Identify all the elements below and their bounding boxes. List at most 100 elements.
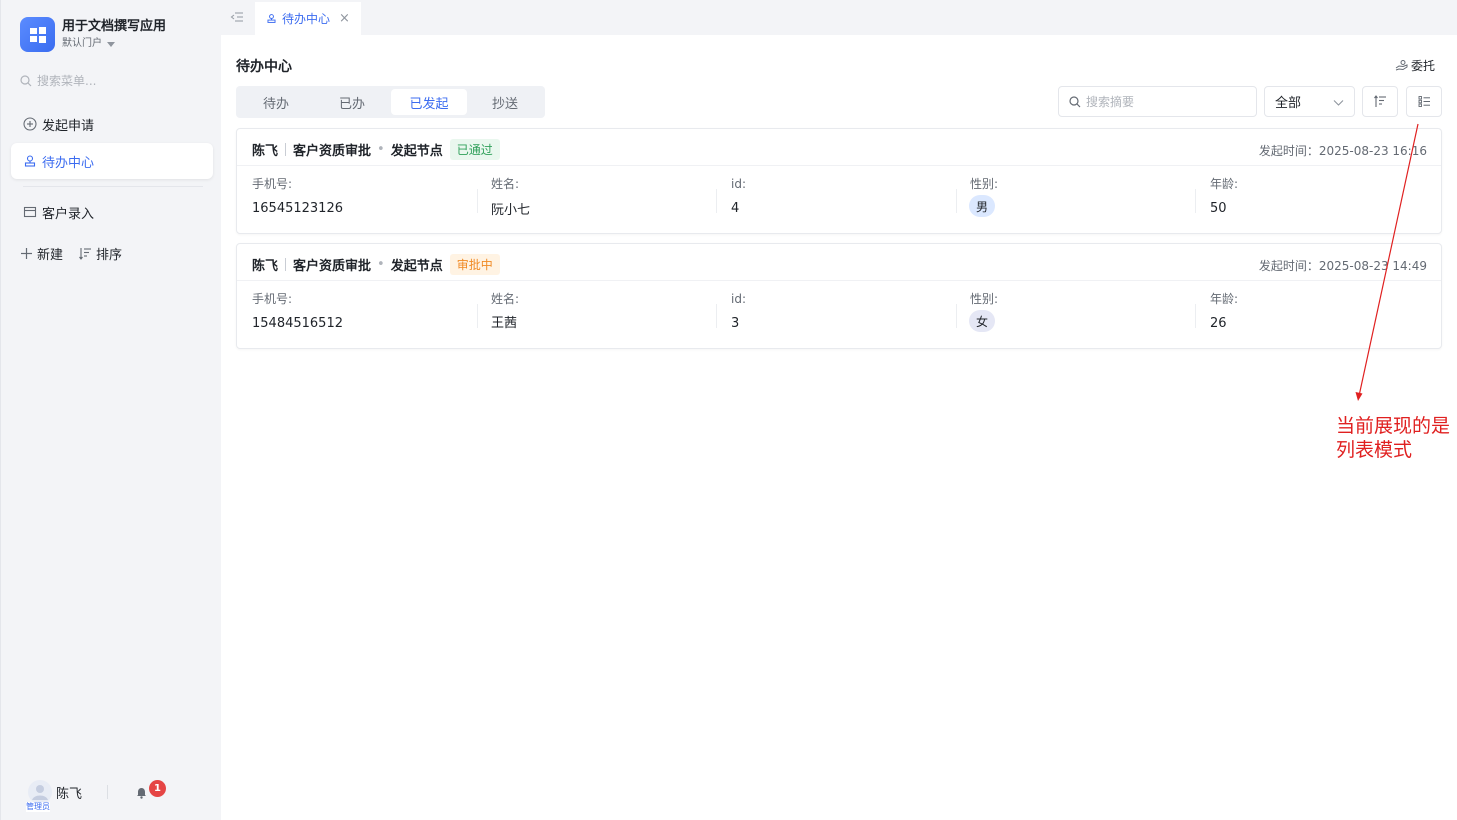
task-card[interactable]: 陈飞 客户资质审批 • 发起节点 审批中 发起时间：2025-08-23 14:…	[236, 243, 1442, 349]
sidebar-divider	[23, 186, 203, 187]
tab-todo[interactable]: 待办	[238, 89, 314, 115]
sidebar-footer: 管理员 陈飞 1	[26, 779, 167, 812]
notification-button[interactable]: 1	[135, 779, 167, 799]
plus-icon	[21, 248, 32, 259]
app-header[interactable]: 用于文档撰写应用 默认门户	[20, 17, 166, 52]
field-id: id: 3	[731, 291, 956, 332]
card-divider	[237, 280, 1441, 281]
avatar[interactable]: 管理员	[26, 780, 52, 812]
page-title: 待办中心	[236, 59, 292, 75]
user-stamp-icon	[267, 14, 276, 23]
process-name: 客户资质审批	[293, 258, 372, 274]
field-label: 年龄:	[1210, 292, 1239, 306]
delegate-label: 委托	[1411, 59, 1436, 73]
field-id: id: 4	[731, 176, 956, 217]
portal-label: 默认门户	[62, 38, 102, 49]
field-label: id:	[731, 177, 746, 191]
segment-tabs: 待办 已办 已发起 抄送	[236, 86, 545, 118]
portal-switcher[interactable]: 默认门户	[62, 36, 166, 52]
footer-divider	[107, 785, 109, 799]
field-value: 4	[731, 201, 740, 216]
sort-icon	[1373, 95, 1386, 107]
sidebar-actions: 新建 排序	[20, 244, 138, 263]
sidebar-item-label: 客户录入	[42, 206, 95, 222]
user-stamp-icon	[24, 155, 36, 167]
sort-icon	[79, 248, 92, 260]
sidebar-item-start-request[interactable]: 发起申请	[11, 106, 213, 142]
field-label: id:	[731, 292, 746, 306]
tab-cc[interactable]: 抄送	[467, 89, 543, 115]
annotation-line: 当前展现的是	[1336, 415, 1451, 437]
field-value: 50	[1210, 201, 1227, 216]
gender-tag: 女	[969, 310, 995, 332]
field-divider	[956, 304, 957, 328]
tab-initiated[interactable]: 已发起	[391, 89, 467, 115]
field-value: 3	[731, 316, 740, 331]
process-name: 客户资质审批	[293, 143, 372, 159]
tab-todo-center[interactable]: 待办中心 ×	[255, 2, 361, 35]
app-title: 用于文档撰写应用	[62, 19, 167, 34]
field-label: 手机号:	[252, 177, 293, 191]
field-age: 年龄: 50	[1210, 176, 1435, 217]
sidebar-item-customer-entry[interactable]: 客户录入	[11, 194, 213, 230]
view-mode-button[interactable]	[1406, 86, 1442, 117]
field-gender: 性别: 女	[969, 291, 1195, 332]
sort-label: 排序	[96, 248, 123, 263]
sidebar-item-todo-center[interactable]: 待办中心	[11, 143, 213, 179]
field-gender: 性别: 男	[969, 176, 1195, 217]
node-name: 发起节点	[390, 143, 443, 159]
field-value: 王茜	[491, 316, 518, 331]
menu-search[interactable]: 搜索菜单...	[20, 72, 96, 89]
app-logo-icon	[20, 17, 55, 52]
dot-separator: •	[377, 141, 385, 157]
sort-button[interactable]: 排序	[79, 244, 122, 263]
start-time: 发起时间：2025-08-23 16:16	[1258, 144, 1427, 158]
dot-separator: •	[377, 256, 385, 272]
field-label: 年龄:	[1210, 177, 1239, 191]
card-divider	[237, 165, 1441, 166]
field-divider	[477, 304, 478, 328]
menu-search-placeholder: 搜索菜单...	[37, 74, 97, 88]
task-card[interactable]: 陈飞 客户资质审批 • 发起节点 已通过 发起时间：2025-08-23 16:…	[236, 128, 1442, 234]
delegate-hand-icon	[1395, 60, 1408, 71]
role-tag: 管理员	[26, 802, 50, 812]
field-divider	[1195, 304, 1196, 328]
node-name: 发起节点	[390, 258, 443, 274]
close-icon[interactable]: ×	[339, 11, 350, 26]
start-time: 发起时间：2025-08-23 14:49	[1258, 259, 1427, 273]
field-phone: 手机号: 16545123126	[252, 176, 477, 217]
field-name: 姓名: 阮小七	[491, 176, 716, 219]
field-divider	[477, 189, 478, 213]
filter-value: 全部	[1275, 96, 1302, 111]
form-icon	[23, 206, 37, 218]
caret-down-icon	[107, 41, 115, 47]
list-view-icon	[1418, 96, 1430, 107]
field-divider	[716, 189, 717, 213]
header-divider	[285, 257, 287, 271]
field-value: 阮小七	[491, 203, 531, 218]
sort-button[interactable]	[1362, 86, 1398, 117]
field-phone: 手机号: 15484516512	[252, 291, 477, 332]
summary-search-input[interactable]: 搜索摘要	[1058, 86, 1257, 117]
tab-done[interactable]: 已办	[314, 89, 390, 115]
user-name[interactable]: 陈飞	[56, 783, 82, 802]
search-placeholder: 搜索摘要	[1086, 95, 1135, 109]
notification-badge: 1	[149, 779, 167, 797]
collapse-sidebar-icon[interactable]	[230, 10, 244, 24]
field-label: 姓名:	[491, 177, 520, 191]
field-label: 手机号:	[252, 292, 293, 306]
status-filter-select[interactable]: 全部	[1264, 86, 1355, 117]
annotation-line: 列表模式	[1336, 439, 1413, 461]
status-badge: 审批中	[449, 253, 500, 275]
tab-label: 待办中心	[282, 12, 331, 26]
gender-tag: 男	[969, 195, 995, 217]
field-label: 姓名:	[491, 292, 520, 306]
card-header: 陈飞 客户资质审批 • 发起节点 审批中	[252, 253, 500, 275]
initiator-name: 陈飞	[252, 258, 279, 274]
field-value: 26	[1210, 316, 1227, 331]
annotation-text: 当前展现的是 列表模式	[1336, 414, 1454, 462]
delegate-button[interactable]: 委托	[1395, 57, 1435, 74]
user-avatar-icon	[32, 785, 48, 800]
new-button[interactable]: 新建	[20, 244, 63, 263]
field-divider	[716, 304, 717, 328]
